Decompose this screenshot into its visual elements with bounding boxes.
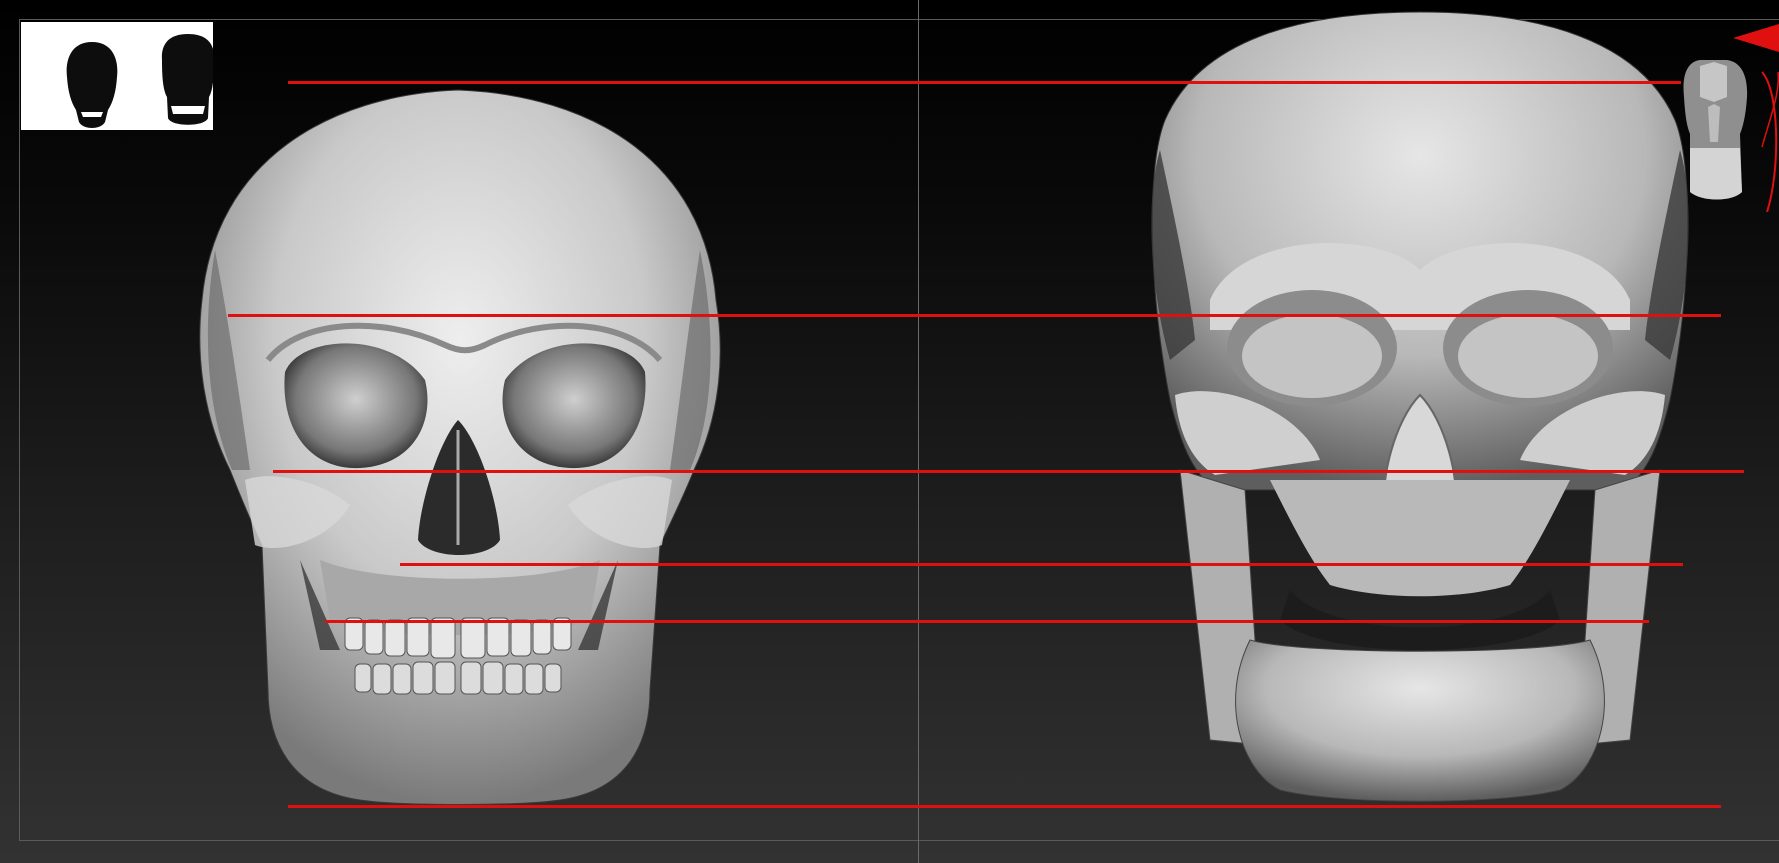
guide-line-chin bbox=[288, 805, 1721, 808]
cursor-arrow-icon bbox=[1733, 24, 1779, 52]
guide-line-teeth bbox=[325, 620, 1649, 623]
guide-line-brow bbox=[228, 314, 1721, 317]
canvas-viewport[interactable] bbox=[0, 0, 1779, 863]
head-navigation-gizmo-icon[interactable] bbox=[1672, 52, 1779, 212]
guide-line-cheekbone bbox=[273, 470, 1744, 473]
realistic-skull-model[interactable] bbox=[199, 89, 721, 805]
reference-thumbnails bbox=[21, 22, 213, 130]
stylized-skull-silhouette-icon bbox=[161, 34, 213, 125]
guide-line-nose-base bbox=[400, 563, 1683, 566]
skull-silhouette-icon bbox=[66, 42, 118, 128]
guide-line-top-of-cranium bbox=[288, 81, 1681, 84]
stylized-skull-model[interactable] bbox=[1151, 11, 1689, 802]
skull-models bbox=[199, 11, 1689, 805]
